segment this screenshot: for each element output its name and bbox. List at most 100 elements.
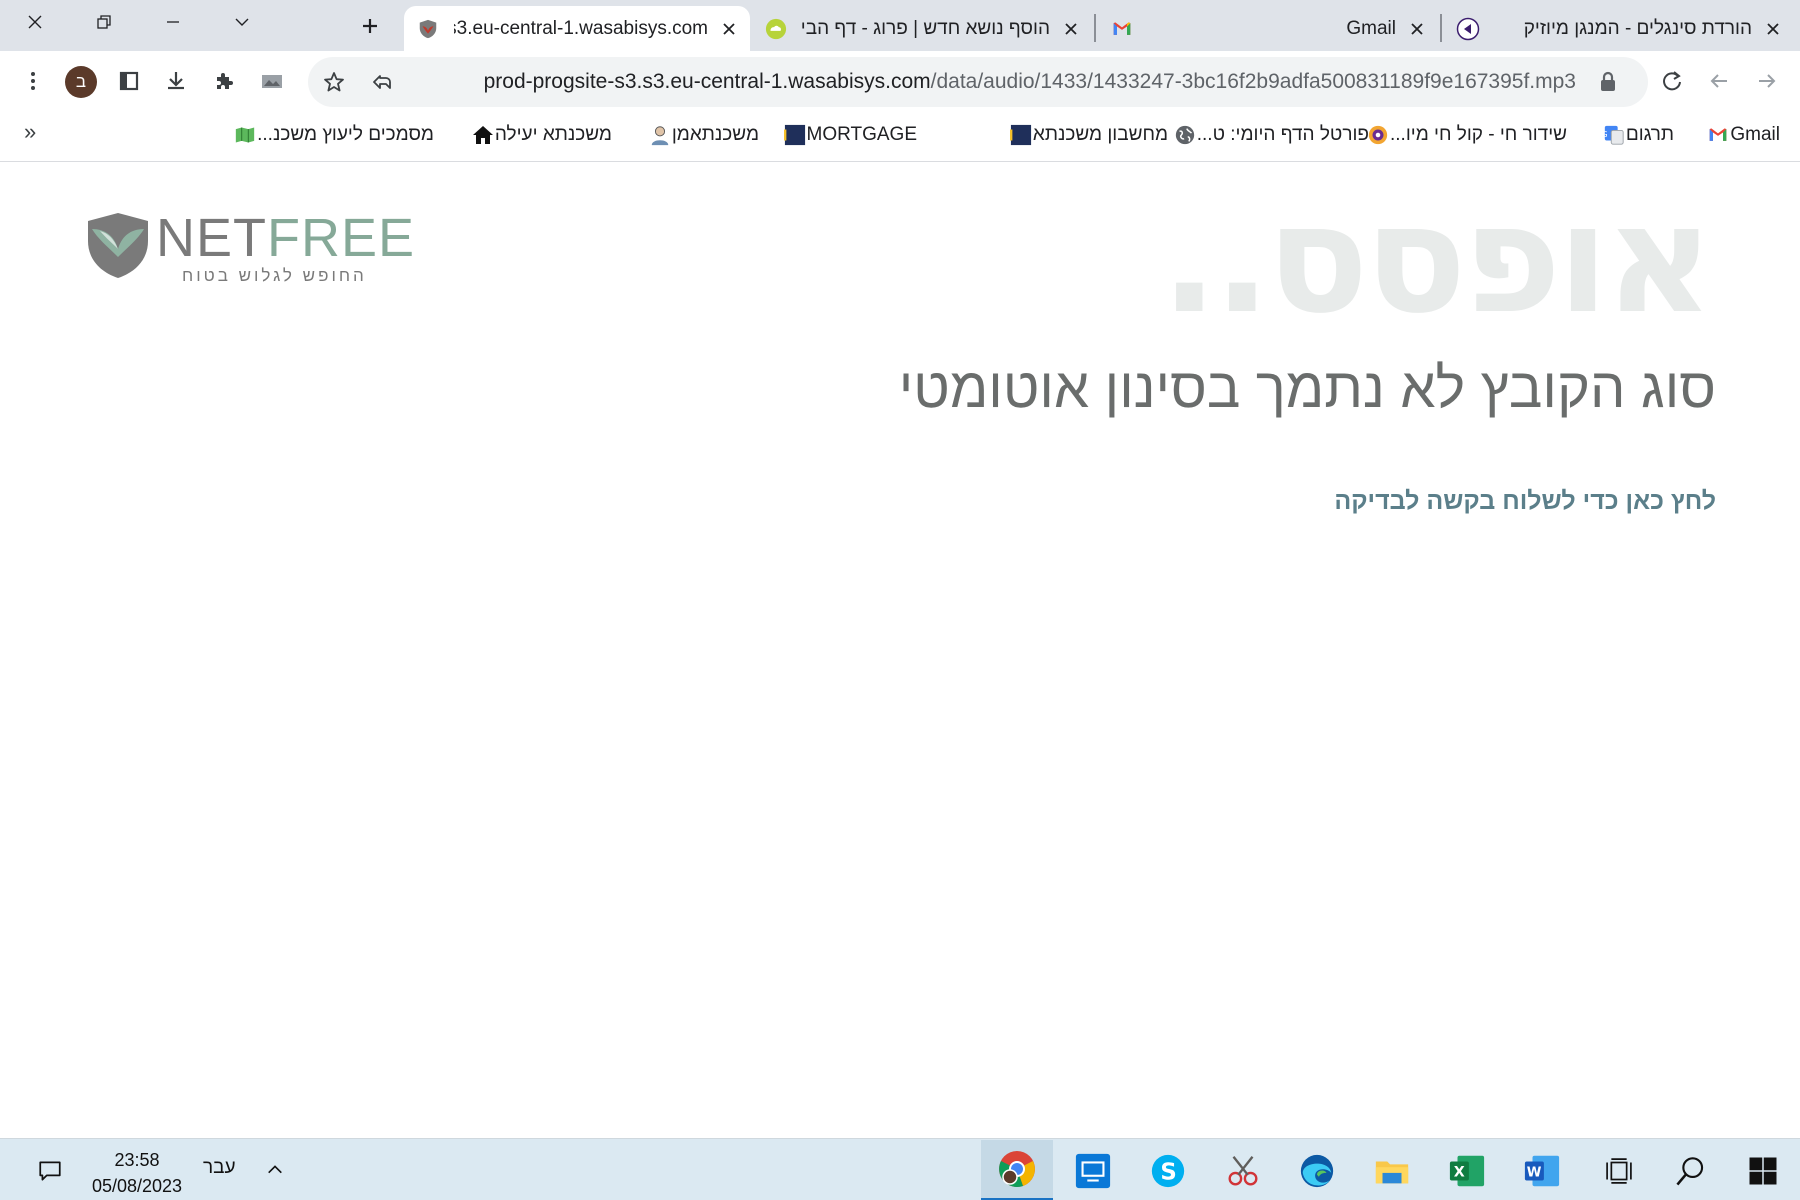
prog-cloud-icon [764,17,788,41]
downloads-button[interactable] [156,61,196,101]
action-center-button[interactable] [30,1153,70,1189]
bookmark-mortgage-calculator[interactable]: M מחשבון משכנתא [999,121,1168,149]
tab-prog-new-topic[interactable]: הוסף נושא חדש | פרוג - דף הבית [752,6,1092,51]
side-panel-icon [119,71,139,91]
show-hidden-icons-button[interactable] [260,1155,290,1185]
bookmark-mashkanta-yeila[interactable]: משכנתא יעילה [461,121,612,149]
bookmark-label: פורטל הדף היומי: ט... [1196,124,1369,145]
plus-icon [363,19,377,33]
tab-close-button[interactable] [716,16,742,42]
forward-button[interactable] [1747,61,1787,101]
input-language-indicator[interactable]: עבר [203,1157,236,1179]
bookmark-mortgage[interactable]: M MORTGAGE [773,121,918,149]
profile-avatar[interactable]: ב [65,66,97,98]
close-icon [1767,22,1779,35]
bookmark-mortgage-docs[interactable]: מסמכים ליעוץ משכנ... [223,121,434,149]
brand-free: FREE [267,208,416,268]
taskbar-excel[interactable]: X [1442,1147,1492,1195]
bookmark-mashkantaman[interactable]: משכנתאמן [638,121,759,149]
image-extension-icon [262,75,282,88]
speech-bubble-icon [39,1161,61,1181]
globe-icon [1173,123,1197,147]
taskbar-chrome[interactable] [981,1140,1053,1200]
download-icon [168,72,184,90]
request-check-link[interactable]: לחץ כאן כדי לשלוח בקשה לבדיקה [1334,487,1716,516]
close-icon [723,22,735,35]
taskbar-word[interactable]: W [1517,1147,1567,1195]
minimize-window-button[interactable] [138,0,207,44]
chrome-menu-button[interactable] [13,61,53,101]
chevron-up-icon [268,1165,282,1174]
task-view-icon [1606,1158,1632,1184]
taskbar-start[interactable] [1738,1147,1788,1195]
taskbar-task-view[interactable] [1594,1147,1644,1195]
m-logo-icon: M [1009,123,1033,147]
close-window-button[interactable] [0,0,69,44]
tab-gmail[interactable]: Gmail [1098,6,1438,51]
bookmarks-bar: Gmail G תרגום שידור חי - קול חי מיו... פ… [0,111,1800,162]
bookmark-label: Gmail [1730,124,1780,145]
windows-taskbar: 23:58 05/08/2023 עבר S X W [0,1138,1800,1200]
music-play-icon [1456,17,1480,41]
tab-close-button[interactable] [1404,16,1430,42]
taskbar-skype[interactable]: S [1143,1147,1193,1195]
taskbar-search[interactable] [1666,1147,1716,1195]
back-button[interactable] [1699,61,1739,101]
word-icon: W [1524,1155,1560,1187]
tab-title: הורדת סינגלים - המנגן מיוזיק [1523,17,1752,39]
snipping-tool-icon [1228,1156,1258,1186]
svg-text:M: M [784,128,788,145]
taskbar-snipping-tool[interactable] [1218,1147,1268,1195]
browser-toolbar: prod-progsite-s3.s3.eu-central-1.wasabis… [0,51,1800,111]
tab-title: Gmail [1346,17,1396,39]
share-arrow-icon [373,75,391,89]
address-bar[interactable]: prod-progsite-s3.s3.eu-central-1.wasabis… [308,57,1648,107]
extension-image-button[interactable] [252,61,292,101]
new-tab-button[interactable] [352,9,388,43]
brand-tagline: החופש לגלוש בטוח [182,266,367,285]
tab-hamenagen-music[interactable]: הורדת סינגלים - המנגן מיוזיק [1444,6,1794,51]
bookmark-label: משכנתאמן [671,124,759,145]
bookmark-translate[interactable]: G תרגום [1592,121,1674,149]
system-clock[interactable]: 23:58 05/08/2023 [82,1147,192,1199]
taskbar-edge[interactable] [1292,1147,1342,1195]
bookmark-gmail[interactable]: Gmail [1696,121,1780,149]
bookmark-label: מחשבון משכנתא [1032,124,1168,145]
bookmarks-overflow-button[interactable]: » [24,119,36,145]
bookmark-label: MORTGAGE [806,124,918,145]
tab-title: prod-progsite-s3.s3.eu-central-1.wasabis… [454,17,708,39]
minimize-icon [166,21,179,23]
map-icon [233,123,257,147]
netfree-block-page: אופסס.. סוג הקובץ לא נתמך בסינון אוטומטי… [0,163,1800,1138]
tab-close-button[interactable] [1058,16,1084,42]
restore-icon [96,15,111,29]
share-button[interactable] [362,62,402,102]
netfree-logo: NETFREE החופש לגלוש בטוח [86,211,414,291]
tab-search-button[interactable] [207,0,276,44]
restore-window-button[interactable] [69,0,138,44]
taskbar-remote-desktop[interactable] [1068,1147,1118,1195]
tab-netfree-block[interactable]: prod-progsite-s3.s3.eu-central-1.wasabis… [404,6,750,51]
reload-icon [1663,71,1681,91]
radio-icon [1366,123,1390,147]
bookmark-daf-yomi[interactable]: פורטל הדף היומי: ט... [1163,121,1369,149]
tab-close-button[interactable] [1760,16,1786,42]
taskbar-file-explorer[interactable] [1367,1147,1417,1195]
bookmark-kol-chai-radio[interactable]: שידור חי - קול חי מיו... [1356,121,1567,149]
bookmark-label: תרגום [1625,124,1674,145]
extensions-button[interactable] [204,61,244,101]
bookmark-star-button[interactable] [314,62,354,102]
clock-date: 05/08/2023 [91,1176,183,1196]
search-icon [1676,1157,1704,1186]
reload-button[interactable] [1652,61,1692,101]
svg-text:G: G [1603,129,1608,139]
url-text[interactable]: prod-progsite-s3.s3.eu-central-1.wasabis… [484,57,1576,107]
puzzle-piece-icon [217,73,233,89]
side-panel-button[interactable] [109,61,149,101]
lock-icon[interactable] [1598,71,1618,93]
house-icon [471,123,495,147]
windows-start-icon [1749,1157,1777,1185]
page-heading: אופסס.. [1160,173,1714,347]
close-icon [1411,22,1423,35]
bookmark-label: משכנתא יעילה [494,124,612,145]
